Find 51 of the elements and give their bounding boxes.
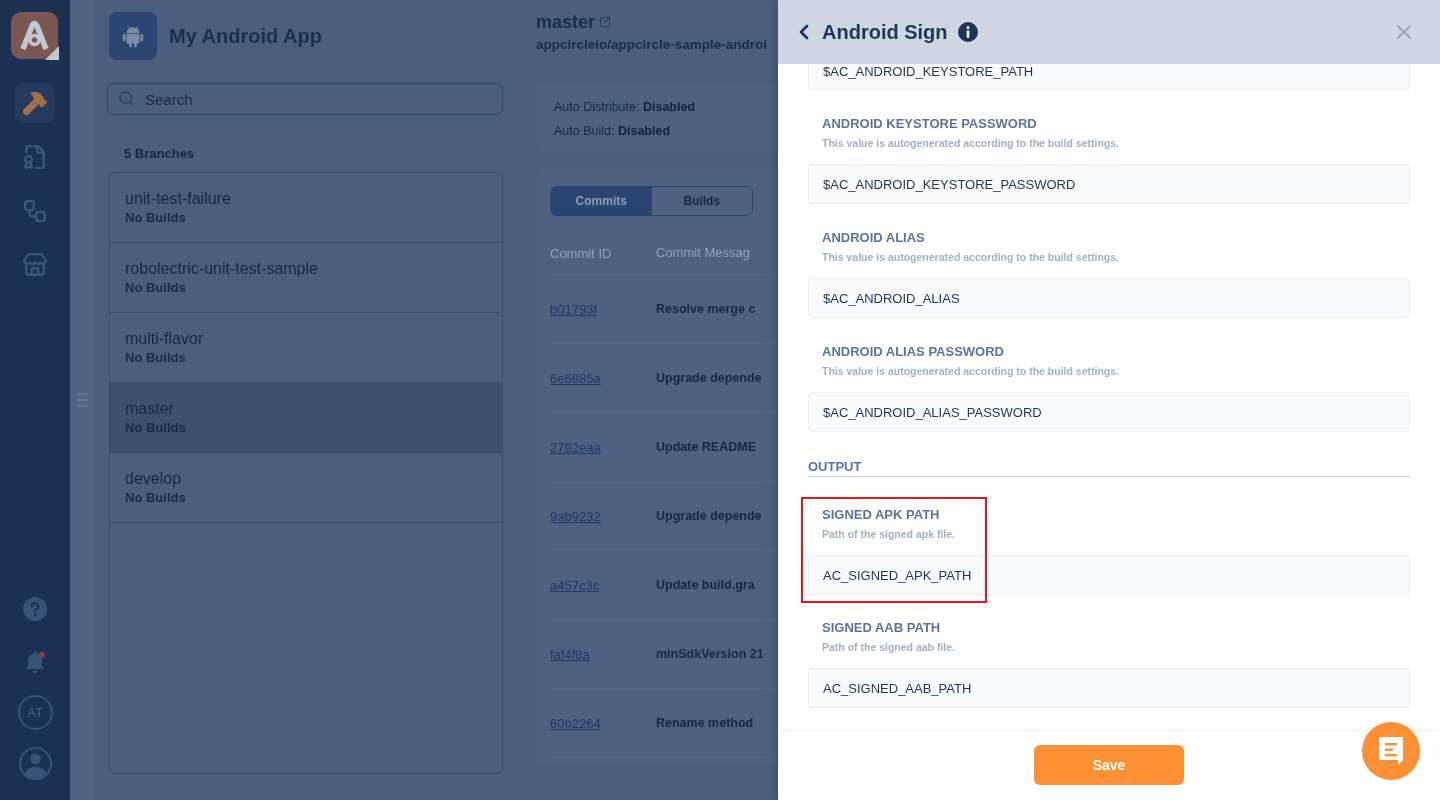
certificate-icon — [22, 144, 48, 170]
tab[interactable]: Builds — [651, 187, 752, 215]
hammer-icon — [22, 90, 48, 116]
input-field[interactable]: AC_SIGNED_AAB_PATH — [808, 668, 1410, 708]
commit-message: Upgrade depende — [656, 371, 762, 385]
field-label: ANDROID ALIAS — [822, 230, 926, 246]
field-hint: This value is autogenerated according to the build settings. — [822, 250, 1120, 264]
nav-button[interactable] — [15, 83, 55, 123]
setting-text: Auto Build: Disabled — [554, 123, 672, 140]
commit-message: minSdkVersion 21 — [656, 647, 764, 661]
commit-message: Update build.gra — [656, 578, 755, 592]
search-field[interactable]: Search — [107, 83, 503, 115]
input-field[interactable]: $AC_ANDROID_KEYSTORE_PASSWORD — [808, 164, 1410, 204]
input-field[interactable]: $AC_ANDROID_KEYSTORE_PATH — [808, 64, 1410, 90]
help-icon[interactable] — [23, 597, 47, 621]
flow-icon — [22, 198, 48, 224]
store-icon — [22, 252, 48, 278]
drawer-title: Android Sign — [822, 20, 948, 44]
save-button[interactable]: Save — [1034, 745, 1184, 785]
user-avatar-icon[interactable] — [18, 746, 52, 780]
input-field[interactable]: $AC_ANDROID_ALIAS — [808, 278, 1410, 318]
field-label: SIGNED APK PATH — [822, 507, 941, 523]
android-icon — [120, 23, 146, 49]
branch-name: robolectric-unit-test-sample — [125, 259, 319, 278]
setting-text: Auto Distribute: Disabled — [554, 99, 697, 116]
input-field[interactable]: AC_SIGNED_APK_PATH — [808, 555, 1410, 595]
field-hint: Path of the signed aab file. — [822, 640, 957, 654]
external-link-icon[interactable] — [599, 16, 612, 28]
branch-name: unit-test-failure — [125, 189, 232, 208]
column-header: Commit ID — [550, 245, 612, 261]
column-header: Commit Messag — [656, 245, 750, 260]
field-hint: Path of the signed apk file. — [822, 527, 957, 541]
commit-message: Rename method — [656, 716, 754, 730]
field-hint: This value is autogenerated according to the build settings. — [822, 364, 1120, 378]
tab[interactable]: Commits — [551, 187, 652, 215]
field-label: ANDROID KEYSTORE PASSWORD — [822, 116, 1038, 132]
note-icon — [1378, 736, 1404, 766]
section-title: OUTPUT — [808, 459, 1410, 477]
branch-count: 5 Branches — [124, 146, 196, 162]
branch-name: multi-flavor — [125, 329, 205, 348]
field-hint: This value is autogenerated according to the build settings. — [822, 136, 1120, 150]
field-label: SIGNED AAB PATH — [822, 620, 942, 636]
info-icon[interactable] — [957, 22, 978, 42]
input-field[interactable]: $AC_ANDROID_ALIAS_PASSWORD — [808, 392, 1410, 432]
commit-message: Update README — [656, 440, 756, 454]
commit-message: Upgrade depende — [656, 509, 762, 523]
field-label: ANDROID ALIAS PASSWORD — [822, 344, 1005, 360]
logo-icon — [11, 12, 59, 60]
branch-name: develop — [125, 469, 183, 488]
search-icon — [118, 90, 135, 107]
commit-message: Resolve merge c — [656, 302, 756, 316]
